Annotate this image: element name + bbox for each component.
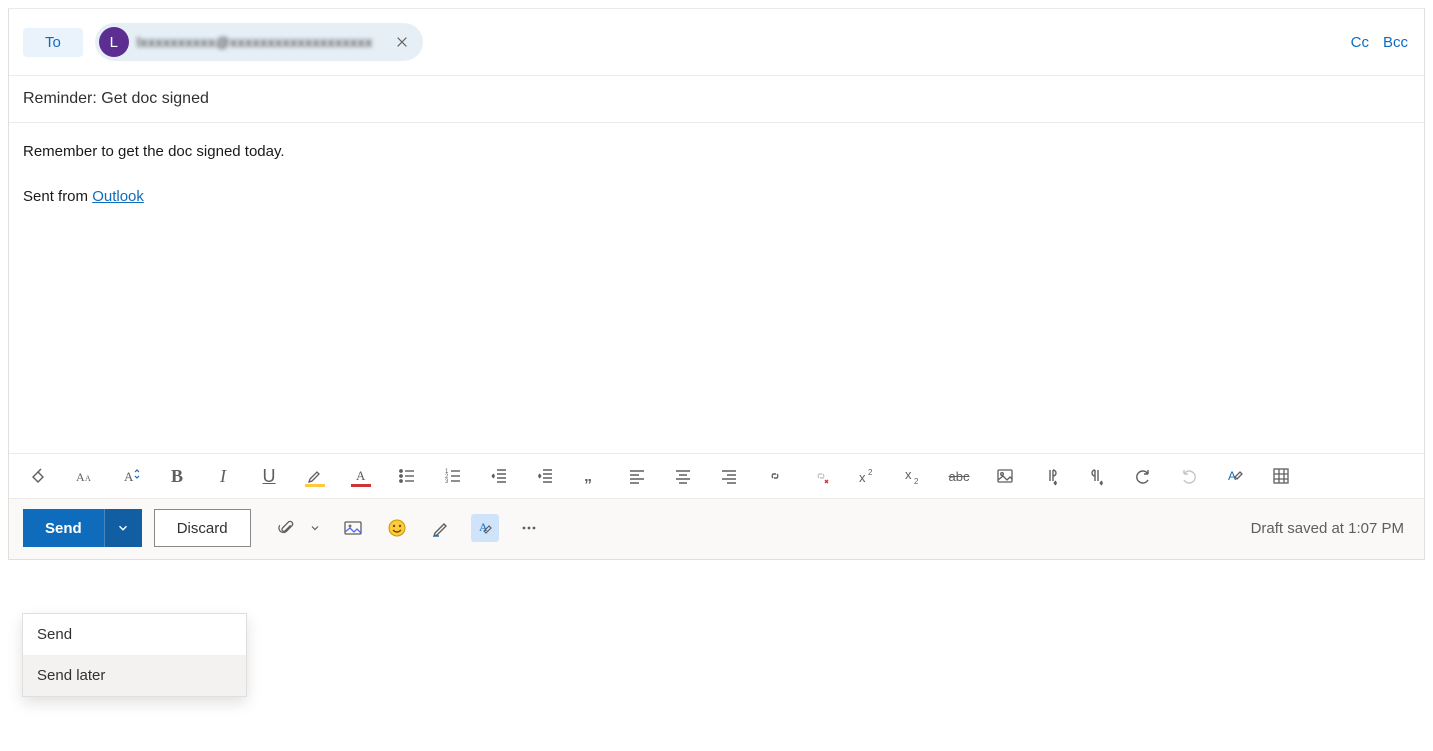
format-painter-icon[interactable] bbox=[27, 464, 51, 488]
rtl-icon[interactable] bbox=[1085, 464, 1109, 488]
attach-icon[interactable] bbox=[273, 514, 301, 542]
formatting-toggle-icon[interactable]: A bbox=[471, 514, 499, 542]
align-left-icon[interactable] bbox=[625, 464, 649, 488]
insert-image-icon[interactable] bbox=[993, 464, 1017, 488]
svg-text:A: A bbox=[356, 468, 366, 483]
bcc-button[interactable]: Bcc bbox=[1383, 34, 1408, 51]
subscript-icon[interactable]: x2 bbox=[901, 464, 925, 488]
recipient-chip[interactable]: L lxxxxxxxxxx@xxxxxxxxxxxxxxxxxxx bbox=[95, 23, 423, 61]
subject-input[interactable] bbox=[23, 90, 1410, 108]
send-dropdown-button[interactable] bbox=[104, 509, 142, 547]
svg-text:x: x bbox=[859, 470, 866, 485]
strikethrough-button[interactable]: abc bbox=[947, 464, 971, 488]
send-split-button: Send bbox=[23, 509, 142, 547]
undo-icon[interactable] bbox=[1131, 464, 1155, 488]
svg-text:A: A bbox=[76, 470, 85, 484]
svg-text:3: 3 bbox=[445, 479, 449, 485]
to-button[interactable]: To bbox=[23, 28, 83, 57]
unlink-icon[interactable] bbox=[809, 464, 833, 488]
svg-text:A: A bbox=[124, 469, 134, 484]
picture-icon[interactable] bbox=[339, 514, 367, 542]
font-icon[interactable]: AA bbox=[73, 464, 97, 488]
svg-text:„: „ bbox=[584, 468, 592, 485]
subject-row bbox=[9, 76, 1424, 123]
redo-icon[interactable] bbox=[1177, 464, 1201, 488]
emoji-icon[interactable] bbox=[383, 514, 411, 542]
send-button[interactable]: Send bbox=[23, 509, 104, 547]
draft-status: Draft saved at 1:07 PM bbox=[1251, 520, 1410, 537]
svg-text:2: 2 bbox=[914, 477, 919, 486]
compose-window: To L lxxxxxxxxxx@xxxxxxxxxxxxxxxxxxx Cc … bbox=[8, 8, 1425, 560]
remove-recipient-icon[interactable] bbox=[391, 31, 413, 53]
svg-text:2: 2 bbox=[868, 468, 873, 477]
message-body[interactable]: Remember to get the doc signed today. Se… bbox=[9, 123, 1424, 453]
outlook-link[interactable]: Outlook bbox=[92, 188, 144, 205]
quote-icon[interactable]: „ bbox=[579, 464, 603, 488]
body-line: Remember to get the doc signed today. bbox=[23, 141, 1410, 164]
bullets-icon[interactable] bbox=[395, 464, 419, 488]
to-row: To L lxxxxxxxxxx@xxxxxxxxxxxxxxxxxxx Cc … bbox=[9, 9, 1424, 76]
format-toolbar: AA A B I U A 123 „ bbox=[9, 453, 1424, 499]
cc-bcc-toggle: Cc Bcc bbox=[1351, 34, 1408, 51]
highlight-icon[interactable] bbox=[303, 464, 327, 488]
send-menu: Send Send later bbox=[22, 613, 247, 697]
cc-button[interactable]: Cc bbox=[1351, 34, 1369, 51]
ltr-icon[interactable] bbox=[1039, 464, 1063, 488]
signature-icon[interactable] bbox=[427, 514, 455, 542]
underline-button[interactable]: U bbox=[257, 464, 281, 488]
table-icon[interactable] bbox=[1269, 464, 1293, 488]
font-color-icon[interactable]: A bbox=[349, 464, 373, 488]
send-menu-send-later[interactable]: Send later bbox=[23, 655, 246, 696]
compose-action-icons: A bbox=[273, 514, 543, 542]
attach-dropdown-icon[interactable] bbox=[307, 514, 323, 542]
align-center-icon[interactable] bbox=[671, 464, 695, 488]
numbering-icon[interactable]: 123 bbox=[441, 464, 465, 488]
recipient-name: lxxxxxxxxxx@xxxxxxxxxxxxxxxxxxx bbox=[137, 34, 377, 50]
font-size-icon[interactable]: A bbox=[119, 464, 143, 488]
more-options-icon[interactable] bbox=[515, 514, 543, 542]
action-bar: Send Discard A bbox=[9, 499, 1424, 559]
link-icon[interactable] bbox=[763, 464, 787, 488]
italic-button[interactable]: I bbox=[211, 464, 235, 488]
avatar: L bbox=[99, 27, 129, 57]
svg-text:A: A bbox=[1228, 469, 1236, 483]
signature-line: Sent from Outlook bbox=[23, 186, 1410, 209]
send-menu-send[interactable]: Send bbox=[23, 614, 246, 655]
svg-text:x: x bbox=[905, 467, 912, 482]
signature-prefix: Sent from bbox=[23, 188, 92, 205]
outdent-icon[interactable] bbox=[487, 464, 511, 488]
clear-format-icon[interactable]: A bbox=[1223, 464, 1247, 488]
svg-text:A: A bbox=[85, 474, 91, 483]
superscript-icon[interactable]: x2 bbox=[855, 464, 879, 488]
indent-icon[interactable] bbox=[533, 464, 557, 488]
bold-button[interactable]: B bbox=[165, 464, 189, 488]
align-right-icon[interactable] bbox=[717, 464, 741, 488]
discard-button[interactable]: Discard bbox=[154, 509, 251, 547]
